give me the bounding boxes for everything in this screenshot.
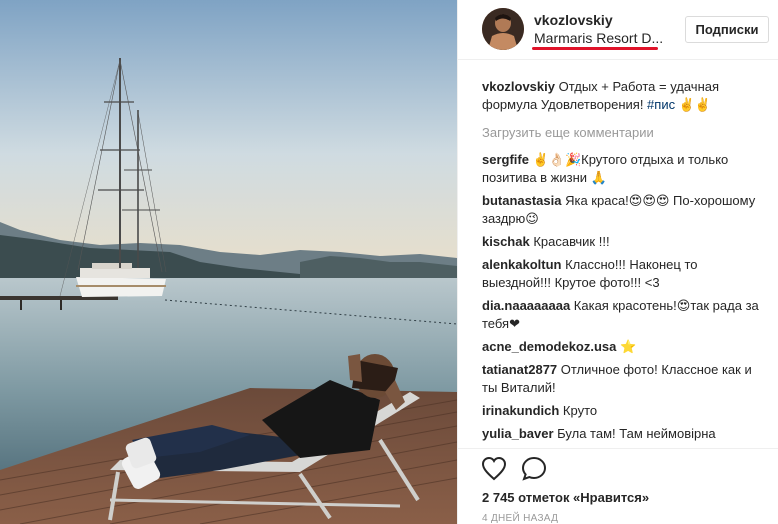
post-timestamp[interactable]: 4 дней назад: [482, 513, 558, 524]
post-caption: vkozlovskiy Отдых + Работа = удачная фор…: [482, 78, 767, 114]
post-actions-bar: [458, 448, 778, 488]
comment-text: Красавчик !!!: [529, 234, 610, 249]
comment-item: acne_demodekoz.usa ⭐: [482, 338, 767, 356]
load-more-comments-link[interactable]: Загрузить еще комментарии: [482, 124, 767, 142]
post-photo[interactable]: [0, 0, 457, 524]
comment-username[interactable]: butanastasia: [482, 193, 561, 208]
post-details-panel: vkozlovskiy Marmaris Resort D... Подписк…: [457, 0, 778, 524]
caption-tail: ✌️✌️: [675, 97, 712, 112]
heart-icon[interactable]: [480, 455, 508, 483]
comment-username[interactable]: sergfife: [482, 152, 529, 167]
comment-item: alenkakoltun Классно!!! Наконец то выезд…: [482, 256, 767, 292]
comment-bubble-icon[interactable]: [520, 455, 548, 483]
comment-username[interactable]: kischak: [482, 234, 530, 249]
comment-text: Була там! Там неймовірна: [553, 426, 716, 441]
comment-username[interactable]: tatianat2877: [482, 362, 557, 377]
likes-count[interactable]: 2 745 отметок «Нравится»: [482, 490, 649, 505]
comment-item: kischak Красавчик !!!: [482, 233, 767, 251]
comment-text: ⭐: [616, 339, 637, 354]
comment-username[interactable]: yulia_baver: [482, 426, 554, 441]
comment-item: tatianat2877 Отличное фото! Классное как…: [482, 361, 767, 397]
post-author-username[interactable]: vkozlovskiy: [534, 12, 613, 28]
comment-item: yulia_baver Була там! Там неймовірна: [482, 425, 767, 443]
comment-item: dia.naaaaaaaa Какая красотень!😍так рада …: [482, 297, 767, 333]
following-button[interactable]: Подписки: [685, 16, 769, 43]
caption-username[interactable]: vkozlovskiy: [482, 79, 555, 94]
post-location[interactable]: Marmaris Resort D...: [534, 30, 663, 46]
comment-item: sergfife ✌️👌🏻🎉Крутого отдыха и только по…: [482, 151, 767, 187]
comment-item: butanastasia Яка краса!😍😍😍 По-хорошому з…: [482, 192, 767, 228]
comments-list[interactable]: vkozlovskiy Отдых + Работа = удачная фор…: [482, 78, 767, 446]
location-highlight-underline: [532, 47, 658, 50]
comment-username[interactable]: irinakundich: [482, 403, 559, 418]
comment-username[interactable]: dia.naaaaaaaa: [482, 298, 570, 313]
post-header: vkozlovskiy Marmaris Resort D... Подписк…: [458, 0, 778, 60]
comment-item: irinakundich Круто: [482, 402, 767, 420]
comment-text: Круто: [559, 403, 598, 418]
comment-username[interactable]: alenkakoltun: [482, 257, 561, 272]
caption-hashtag[interactable]: #пис: [647, 97, 675, 112]
photo-scene: [0, 0, 457, 524]
avatar-image: [482, 8, 524, 50]
comment-username[interactable]: acne_demodekoz.usa: [482, 339, 616, 354]
avatar[interactable]: [482, 8, 524, 50]
